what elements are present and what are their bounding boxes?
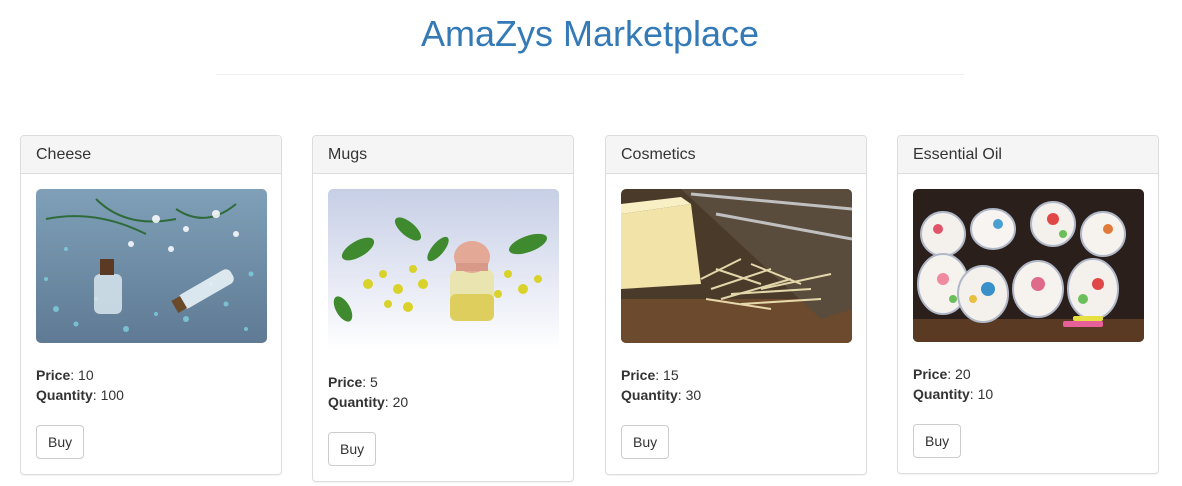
price-label: Price — [913, 366, 948, 382]
quantity-label: Quantity — [913, 386, 970, 402]
product-card-cosmetics: Cosmetics Price: 15 Quantity: 30 Buy — [605, 135, 867, 475]
product-image — [913, 189, 1144, 342]
price-label: Price — [621, 367, 656, 383]
price-value: 5 — [370, 374, 378, 390]
price-row: Price: 10 — [36, 367, 94, 383]
product-card-cheese: Cheese Price: 10 Quantity: 100 Buy — [20, 135, 282, 475]
price-value: 10 — [78, 367, 94, 383]
quantity-row: Quantity: 100 — [36, 387, 124, 403]
price-row: Price: 5 — [328, 374, 378, 390]
quantity-row: Quantity: 30 — [621, 387, 702, 403]
product-name: Cheese — [21, 136, 281, 174]
product-card-mugs: Mugs Price: 5 Quantity: 20 Buy — [312, 135, 574, 482]
product-name: Essential Oil — [898, 136, 1158, 174]
price-label: Price — [328, 374, 363, 390]
quantity-label: Quantity — [328, 394, 385, 410]
product-info: Price: 5 Quantity: 20 — [328, 372, 558, 412]
price-row: Price: 15 — [621, 367, 679, 383]
quantity-value: 10 — [977, 386, 994, 402]
quantity-label: Quantity — [36, 387, 93, 403]
product-info: Price: 15 Quantity: 30 — [621, 365, 851, 405]
quantity-value: 100 — [100, 387, 124, 403]
page-header: AmaZys Marketplace — [216, 0, 964, 75]
buy-button[interactable]: Buy — [328, 432, 377, 466]
price-row: Price: 20 — [913, 366, 971, 382]
quantity-value: 30 — [685, 387, 702, 403]
price-value: 20 — [955, 366, 971, 382]
product-info: Price: 10 Quantity: 100 — [36, 365, 266, 405]
page-title: AmaZys Marketplace — [420, 13, 760, 54]
product-info: Price: 20 Quantity: 10 — [913, 364, 1143, 404]
buy-button[interactable]: Buy — [913, 424, 962, 458]
buy-button[interactable]: Buy — [621, 425, 670, 459]
product-name: Mugs — [313, 136, 573, 174]
product-image — [621, 189, 852, 343]
quantity-value: 20 — [392, 394, 409, 410]
quantity-label: Quantity — [621, 387, 678, 403]
product-name: Cosmetics — [606, 136, 866, 174]
product-image — [36, 189, 267, 343]
price-label: Price — [36, 367, 71, 383]
quantity-row: Quantity: 10 — [913, 386, 994, 402]
buy-button[interactable]: Buy — [36, 425, 85, 459]
product-image — [328, 189, 559, 350]
quantity-row: Quantity: 20 — [328, 394, 409, 410]
price-value: 15 — [663, 367, 679, 383]
product-card-essential-oil: Essential Oil Price: 20 Quantity: 10 Buy — [897, 135, 1159, 474]
